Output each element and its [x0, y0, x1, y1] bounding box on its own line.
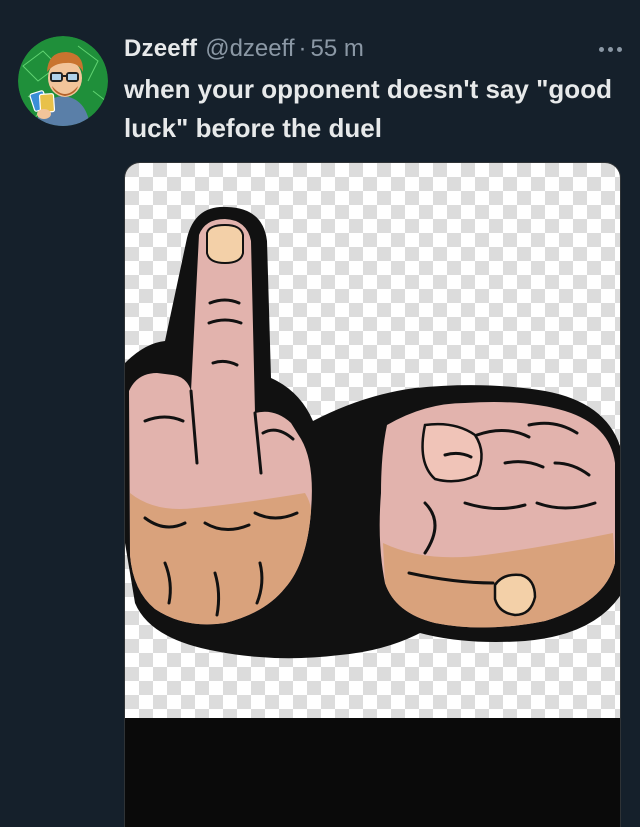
tweet-text: when your opponent doesn't say "good luc…	[124, 74, 612, 143]
media-image	[125, 163, 620, 827]
avatar-image	[18, 36, 108, 126]
avatar[interactable]	[18, 36, 108, 126]
more-horizontal-icon[interactable]	[595, 41, 626, 58]
tweet-media[interactable]	[124, 162, 621, 827]
display-name[interactable]: Dzeeff	[124, 35, 197, 63]
timestamp[interactable]: 55 m	[311, 35, 364, 63]
separator-dot: ·	[298, 35, 307, 62]
tweet-header: Dzeeff @dzeeff · 55 m	[124, 34, 626, 64]
user-handle[interactable]: @dzeeff	[205, 35, 294, 63]
